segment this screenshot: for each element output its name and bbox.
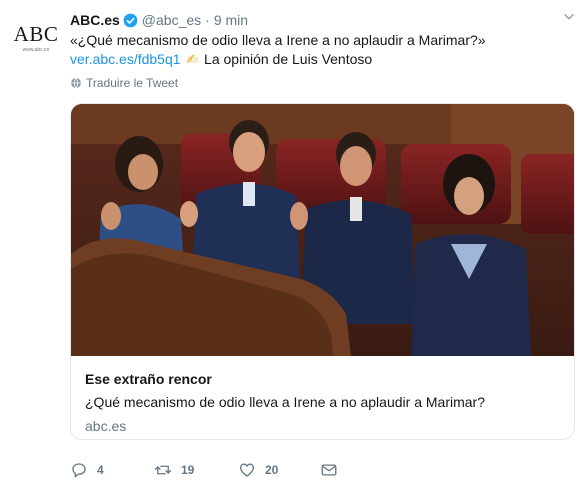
abc-logo: ABC bbox=[13, 21, 59, 46]
direct-message-button[interactable] bbox=[320, 461, 347, 479]
reply-button[interactable]: 4 bbox=[70, 461, 154, 479]
tweet-header: ABC.es @abc_es · 9 min bbox=[70, 10, 576, 30]
link-card[interactable]: Ese extraño rencor ¿Qué mecanismo de odi… bbox=[70, 103, 575, 440]
card-domain: abc.es bbox=[85, 418, 127, 434]
envelope-icon bbox=[321, 464, 337, 476]
card-image bbox=[71, 104, 574, 356]
tweet-actions: 4 19 20 bbox=[70, 459, 347, 481]
abc-logo-subtext: www.abc.es bbox=[22, 46, 50, 53]
writing-hand-emoji: ✍ bbox=[186, 51, 199, 67]
like-button[interactable]: 20 bbox=[238, 461, 320, 479]
retweet-button[interactable]: 19 bbox=[154, 461, 238, 479]
verified-badge-icon bbox=[123, 13, 138, 27]
card-body: Ese extraño rencor ¿Qué mecanismo de odi… bbox=[85, 370, 562, 435]
tweet-text-line2-rest: La opinión de Luis Ventoso bbox=[204, 51, 373, 67]
like-count: 20 bbox=[265, 463, 279, 477]
tweet-text-line2: ver.abc.es/fdb5q1 ✍ La opinión de Luis V… bbox=[70, 50, 570, 69]
user-handle[interactable]: @abc_es bbox=[142, 12, 201, 28]
tweet-text-line1: «¿Qué mecanismo de odio lleva a Irene a … bbox=[70, 32, 486, 48]
translate-tweet[interactable]: Traduire le Tweet bbox=[70, 75, 178, 91]
retweet-count: 19 bbox=[181, 463, 195, 477]
avatar[interactable]: ABC www.abc.es bbox=[12, 14, 60, 62]
card-title: Ese extraño rencor bbox=[85, 371, 212, 387]
translate-label: Traduire le Tweet bbox=[86, 76, 179, 90]
card-description: ¿Qué mecanismo de odio lleva a Irene a n… bbox=[85, 394, 485, 410]
reply-icon bbox=[72, 463, 86, 478]
header-separator: · bbox=[205, 12, 210, 28]
heart-icon bbox=[239, 463, 255, 477]
tweet-link[interactable]: ver.abc.es/fdb5q1 bbox=[70, 51, 181, 67]
tweet: ABC www.abc.es ABC.es @abc_es · 9 min «¿… bbox=[0, 0, 588, 490]
reply-count: 4 bbox=[97, 463, 104, 477]
chevron-down-icon[interactable] bbox=[562, 10, 576, 24]
globe-icon bbox=[71, 77, 81, 89]
retweet-icon bbox=[154, 465, 172, 475]
timestamp[interactable]: 9 min bbox=[214, 12, 248, 28]
display-name[interactable]: ABC.es bbox=[70, 12, 120, 28]
tweet-text: «¿Qué mecanismo de odio lleva a Irene a … bbox=[70, 31, 570, 69]
